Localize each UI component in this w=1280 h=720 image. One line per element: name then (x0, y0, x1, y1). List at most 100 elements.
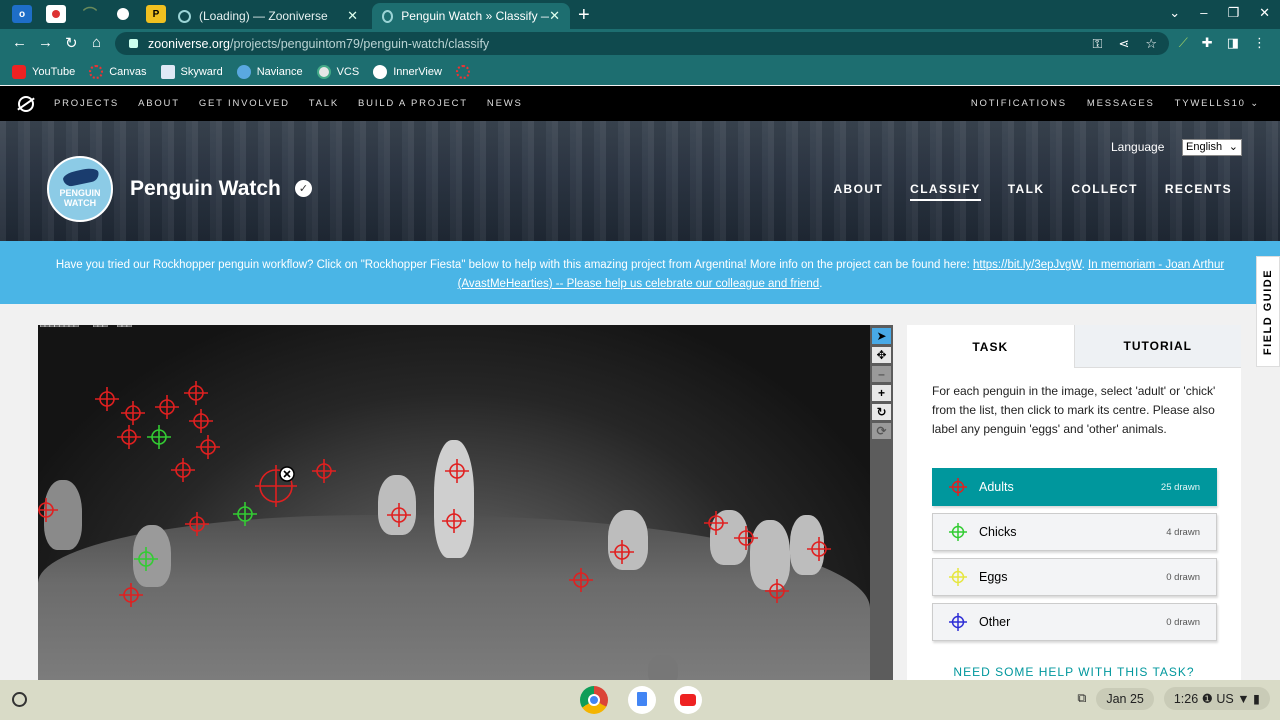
crosshair-mark[interactable] (442, 509, 466, 533)
option-adults-button[interactable]: Adults 25 drawn (932, 468, 1217, 506)
pointer-tool-icon[interactable]: ➤ (872, 328, 891, 344)
bookmark-youtube[interactable]: YouTube (12, 64, 75, 79)
minimize-icon[interactable]: – (1200, 5, 1207, 21)
project-nav-recents[interactable]: RECENTS (1165, 182, 1232, 201)
puzzle-icon[interactable]: ✚ (1202, 35, 1213, 51)
option-chicks-button[interactable]: Chicks 4 drawn (932, 513, 1217, 551)
option-eggs-button[interactable]: Eggs 0 drawn (932, 558, 1217, 596)
zooniverse-favicon-icon (382, 9, 394, 23)
user-menu[interactable]: TYWELLS10 ⌄ (1175, 98, 1260, 109)
nav-get-involved[interactable]: GET INVOLVED (199, 98, 290, 109)
help-link[interactable]: NEED SOME HELP WITH THIS TASK? (907, 665, 1241, 679)
extension-icon[interactable]: ⟋ (1179, 35, 1188, 51)
tab-loading-zooniverse[interactable]: (Loading) — Zooniverse ✕ (168, 3, 368, 29)
crosshair-mark[interactable] (610, 540, 634, 564)
nav-news[interactable]: NEWS (487, 98, 523, 109)
crosshair-mark[interactable] (704, 511, 728, 535)
chrome-app-icon[interactable] (580, 686, 608, 714)
nav-projects[interactable]: PROJECTS (54, 98, 119, 109)
crosshair-mark[interactable] (121, 401, 145, 425)
crosshair-mark[interactable] (569, 568, 593, 592)
option-other-button[interactable]: Other 0 drawn (932, 603, 1217, 641)
nav-about[interactable]: ABOUT (138, 98, 180, 109)
zoom-out-icon[interactable]: – (872, 366, 891, 382)
menu-kebab-icon[interactable]: ⋮ (1253, 35, 1266, 51)
crosshair-mark[interactable] (38, 498, 58, 522)
crosshair-mark[interactable] (189, 409, 213, 433)
close-window-icon[interactable]: ✕ (1259, 5, 1270, 21)
pinned-tab-2[interactable] (46, 5, 66, 23)
crosshair-mark[interactable] (119, 583, 143, 607)
crosshair-mark[interactable] (765, 579, 789, 603)
pinned-tab-5[interactable]: P (146, 5, 166, 23)
reset-icon[interactable]: ⟳ (872, 423, 891, 439)
crosshair-mark[interactable] (147, 425, 171, 449)
back-icon[interactable]: ← (12, 34, 27, 51)
bookmark-innerview[interactable]: InnerView (373, 64, 442, 79)
bookmark-canvas[interactable]: Canvas (89, 64, 147, 79)
crosshair-mark[interactable] (312, 459, 336, 483)
project-avatar[interactable]: PENGUIN WATCH (47, 156, 113, 222)
bookmark-canvas-2[interactable] (455, 64, 470, 79)
status-tray[interactable]: 1:26 ❶ US ▼ ▮ (1163, 687, 1270, 710)
forward-icon[interactable]: → (38, 34, 53, 51)
crosshair-mark[interactable] (445, 459, 469, 483)
holding-space-icon[interactable]: ⧉ (1077, 691, 1086, 706)
launcher-icon[interactable] (12, 692, 27, 707)
project-nav-collect[interactable]: COLLECT (1071, 182, 1137, 201)
tab-tutorial[interactable]: TUTORIAL (1073, 325, 1241, 368)
nav-talk[interactable]: TALK (309, 98, 339, 109)
crosshair-mark[interactable] (155, 395, 179, 419)
tab-search-icon[interactable]: ⌄ (1169, 5, 1180, 21)
zoom-in-icon[interactable]: + (872, 385, 891, 401)
crosshair-mark[interactable] (185, 512, 209, 536)
reload-icon[interactable]: ↻ (65, 34, 78, 52)
new-tab-button[interactable]: + (578, 4, 590, 27)
language-select[interactable]: English ⌄ (1182, 139, 1242, 156)
subject-image[interactable]: ▭▭▭▭▭▭▭▭ ▭▭▭ ▭▭▭ (38, 325, 870, 682)
side-panel-icon[interactable]: ◨ (1227, 35, 1239, 51)
delete-mark-icon[interactable] (279, 466, 295, 482)
close-tab-icon[interactable]: ✕ (549, 8, 560, 24)
crosshair-mark[interactable] (387, 503, 411, 527)
project-title[interactable]: Penguin Watch (130, 177, 281, 201)
restore-icon[interactable]: ❐ (1227, 5, 1239, 21)
announcement-link[interactable]: https://bit.ly/3epJvgW (973, 259, 1082, 271)
tab-penguin-watch[interactable]: Penguin Watch » Classify — Zoon ✕ (372, 3, 570, 29)
bookmark-skyward[interactable]: Skyward (160, 64, 223, 79)
pan-tool-icon[interactable]: ✥ (872, 347, 891, 363)
crosshair-mark[interactable] (233, 502, 257, 526)
nav-notifications[interactable]: NOTIFICATIONS (971, 98, 1067, 109)
project-nav-classify[interactable]: CLASSIFY (910, 182, 981, 201)
pinned-tab-4[interactable] (113, 5, 133, 23)
close-tab-icon[interactable]: ✕ (347, 8, 358, 24)
crosshair-mark[interactable] (134, 547, 158, 571)
home-icon[interactable]: ⌂ (92, 34, 101, 51)
project-nav-talk[interactable]: TALK (1008, 182, 1045, 201)
tab-task[interactable]: TASK (907, 325, 1074, 368)
rotate-icon[interactable]: ↻ (872, 404, 891, 420)
field-guide-tab[interactable]: FIELD GUIDE (1256, 256, 1280, 367)
crosshair-mark[interactable] (117, 425, 141, 449)
crosshair-mark[interactable] (95, 387, 119, 411)
nav-messages[interactable]: MESSAGES (1087, 98, 1155, 109)
bookmark-vcs[interactable]: VCS (316, 64, 359, 79)
zooniverse-logo-icon[interactable] (18, 95, 34, 112)
bookmark-naviance[interactable]: Naviance (236, 64, 303, 79)
nav-build-a-project[interactable]: BUILD A PROJECT (358, 98, 468, 109)
docs-app-icon[interactable] (628, 686, 656, 714)
youtube-app-icon[interactable] (674, 686, 702, 714)
crosshair-mark[interactable] (734, 526, 758, 550)
date-pill[interactable]: Jan 25 (1096, 687, 1154, 710)
crosshair-mark[interactable] (171, 458, 195, 482)
pinned-tab-3[interactable]: ⌒ (80, 5, 100, 23)
crosshair-mark[interactable] (196, 435, 220, 459)
share-icon[interactable]: ⋖ (1118, 36, 1129, 52)
crosshair-mark[interactable] (184, 381, 208, 405)
address-bar[interactable]: zooniverse.org/projects/penguintom79/pen… (115, 32, 1169, 55)
project-nav-about[interactable]: ABOUT (833, 182, 883, 201)
crosshair-mark[interactable] (807, 537, 831, 561)
outlook-pinned-tab[interactable]: o (12, 5, 32, 23)
key-icon[interactable]: ⚿ (1093, 36, 1103, 52)
bookmark-star-icon[interactable]: ☆ (1145, 36, 1157, 52)
